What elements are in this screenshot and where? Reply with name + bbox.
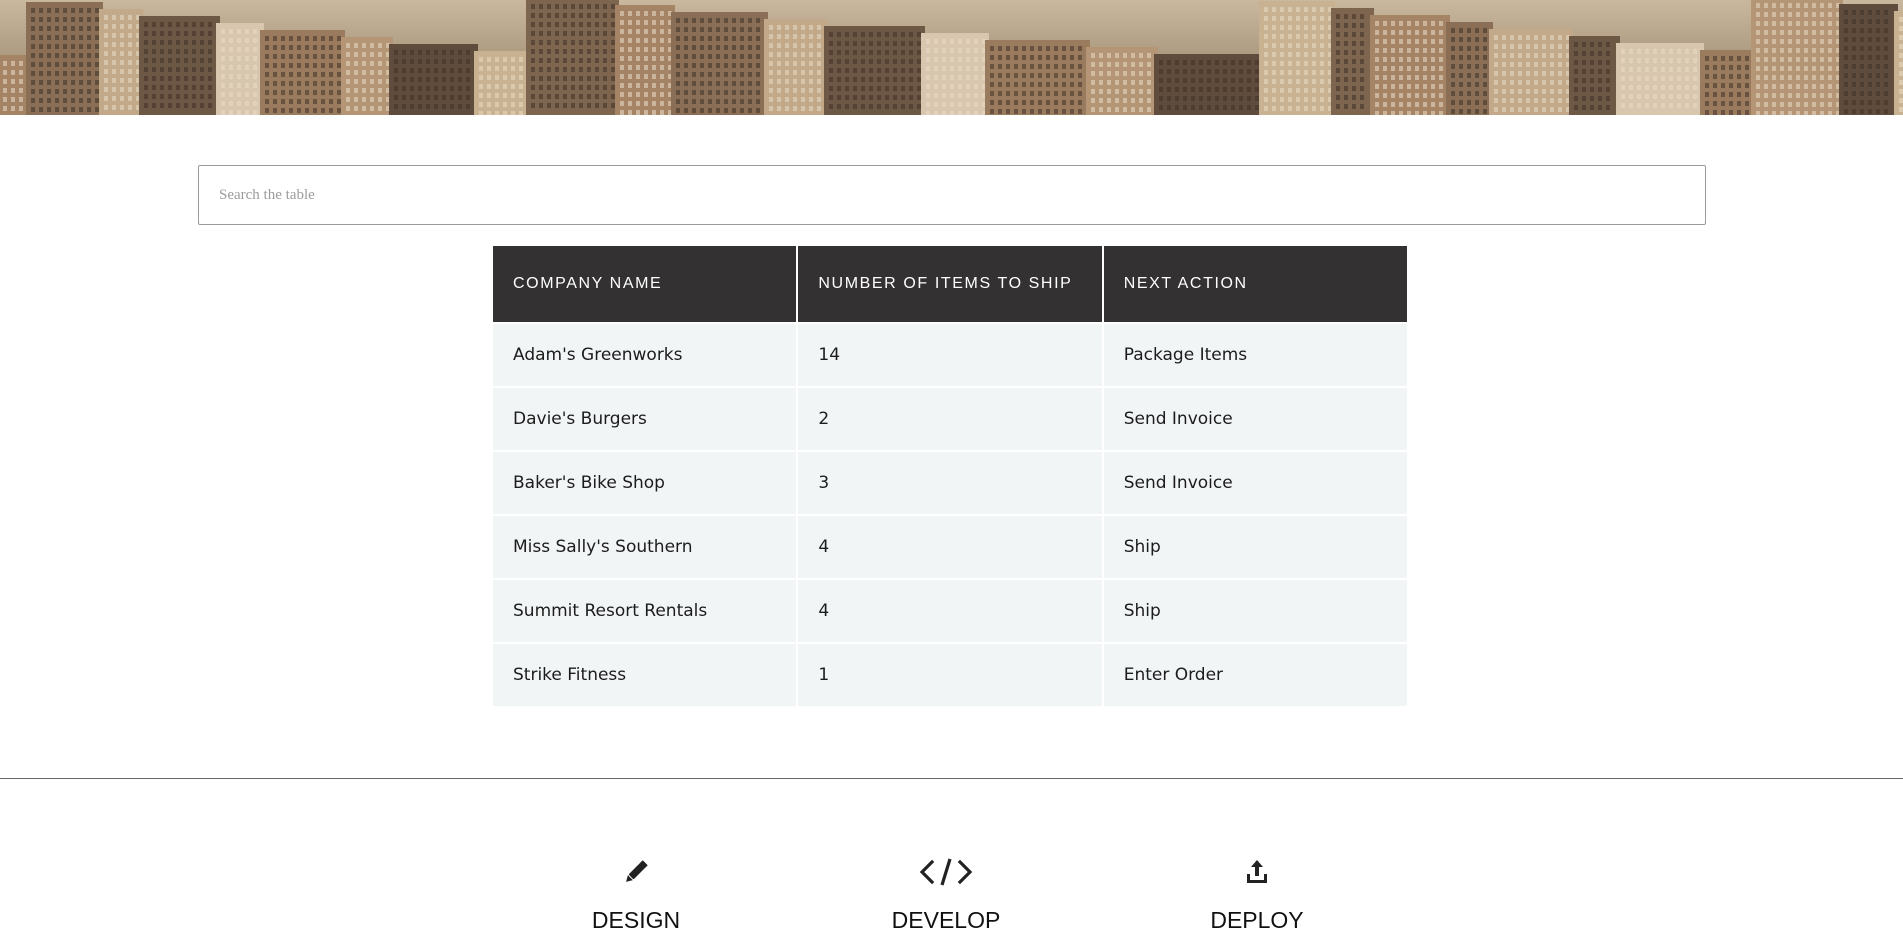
table-row: Miss Sally's Southern 4 Ship (493, 516, 1407, 578)
cell-company-name: Summit Resort Rentals (493, 580, 797, 642)
feature-label: DEPLOY (1210, 907, 1304, 933)
feature-deploy: DEPLOY (1167, 855, 1347, 934)
cell-items-to-ship: 14 (798, 324, 1102, 386)
pencil-icon (546, 855, 726, 889)
feature-label: DEVELOP (891, 907, 1001, 933)
feature-design: DESIGN (546, 855, 726, 934)
feature-develop: DEVELOP (856, 855, 1036, 934)
section-divider (0, 778, 1903, 779)
cell-items-to-ship: 4 (798, 516, 1102, 578)
search-input[interactable] (198, 165, 1706, 225)
cell-next-action: Send Invoice (1103, 388, 1407, 450)
cell-items-to-ship: 2 (798, 388, 1102, 450)
cell-items-to-ship: 4 (798, 580, 1102, 642)
cell-company-name: Davie's Burgers (493, 388, 797, 450)
column-header-next-action[interactable]: NEXT ACTION (1103, 246, 1407, 322)
table-row: Baker's Bike Shop 3 Send Invoice (493, 452, 1407, 514)
feature-label: DESIGN (591, 907, 681, 933)
table-row: Strike Fitness 1 Enter Order (493, 644, 1407, 706)
cell-company-name: Baker's Bike Shop (493, 452, 797, 514)
code-icon (856, 855, 1036, 889)
cell-next-action: Package Items (1103, 324, 1407, 386)
shipping-table: COMPANY NAME NUMBER OF ITEMS TO SHIP NEX… (491, 244, 1409, 708)
cell-next-action: Ship (1103, 580, 1407, 642)
hero-banner-image (0, 0, 1903, 115)
cell-next-action: Enter Order (1103, 644, 1407, 706)
upload-icon (1167, 855, 1347, 889)
search-container (198, 165, 1706, 225)
cell-items-to-ship: 3 (798, 452, 1102, 514)
table-row: Adam's Greenworks 14 Package Items (493, 324, 1407, 386)
cell-next-action: Send Invoice (1103, 452, 1407, 514)
table-row: Summit Resort Rentals 4 Ship (493, 580, 1407, 642)
table-row: Davie's Burgers 2 Send Invoice (493, 388, 1407, 450)
column-header-items-to-ship[interactable]: NUMBER OF ITEMS TO SHIP (798, 246, 1102, 322)
cell-company-name: Strike Fitness (493, 644, 797, 706)
cell-items-to-ship: 1 (798, 644, 1102, 706)
table-header-row: COMPANY NAME NUMBER OF ITEMS TO SHIP NEX… (493, 246, 1407, 322)
cell-next-action: Ship (1103, 516, 1407, 578)
cell-company-name: Adam's Greenworks (493, 324, 797, 386)
column-header-company-name[interactable]: COMPANY NAME (493, 246, 797, 322)
cell-company-name: Miss Sally's Southern (493, 516, 797, 578)
